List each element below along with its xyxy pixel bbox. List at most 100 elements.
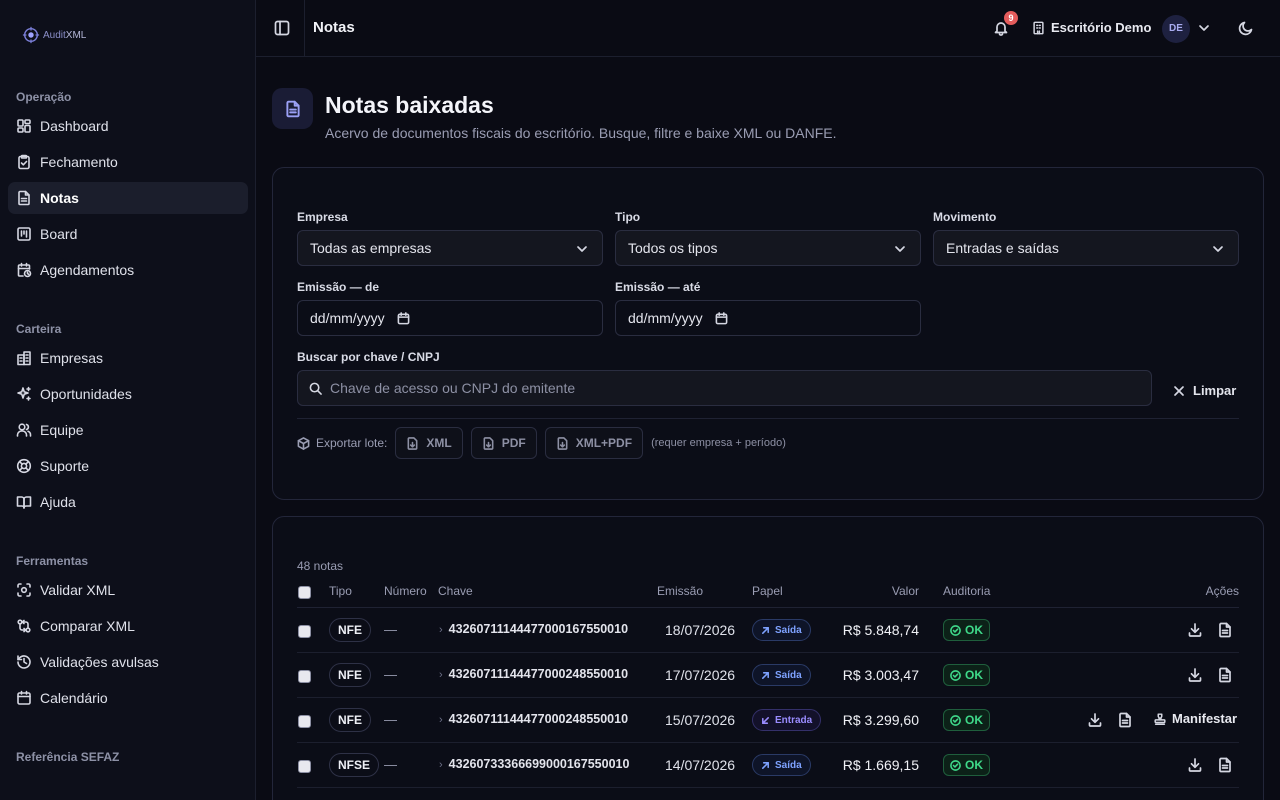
empresa-select[interactable]: Todas as empresas <box>297 230 603 266</box>
auditoria-label: OK <box>965 623 983 637</box>
danfe-document-icon[interactable] <box>1217 757 1233 773</box>
sidebar-item-dashboard[interactable]: Dashboard <box>8 110 248 142</box>
row-checkbox[interactable] <box>298 625 311 638</box>
table-row[interactable]: NFE — › 43260711144477000248550010 17/07/202… <box>297 653 1239 698</box>
table-row[interactable]: NFSE — › 43260733366699000167550010 14/07/20… <box>297 743 1239 788</box>
brand-logo[interactable]: AuditXML <box>22 25 86 45</box>
avatar[interactable]: DE <box>1162 15 1190 43</box>
export-xml-pdf-label: XML+PDF <box>575 436 633 450</box>
column-header-chave[interactable]: Chave <box>438 584 473 598</box>
sidebar-item-notas[interactable]: Notas <box>8 182 248 214</box>
row-checkbox[interactable] <box>298 670 311 683</box>
sidebar-item-agendamentos[interactable]: Agendamentos <box>8 254 248 286</box>
download-icon[interactable] <box>1187 667 1203 683</box>
sidebar-item-validar-xml[interactable]: Validar XML <box>8 574 248 606</box>
calendar-icon <box>17 690 31 705</box>
valor-cell: R$ 3.299,60 <box>842 712 919 728</box>
column-header-papel[interactable]: Papel <box>752 584 783 598</box>
danfe-document-icon[interactable] <box>1117 712 1133 728</box>
column-header-emissao[interactable]: Emissão <box>657 584 703 598</box>
emissao-de-label: Emissão — de <box>297 280 380 294</box>
papel-label: Saída <box>775 669 802 681</box>
column-header-valor[interactable]: Valor <box>892 584 919 598</box>
download-icon[interactable] <box>1187 757 1203 773</box>
sidebar-item-calendario[interactable]: Calendário <box>8 682 248 714</box>
sidebar-item-label: Calendário <box>40 690 108 706</box>
manifestar-button[interactable]: Manifestar <box>1153 711 1237 726</box>
sidebar-item-equipe[interactable]: Equipe <box>8 414 248 446</box>
tipo-select[interactable]: Todos os tipos <box>615 230 921 266</box>
page-title-icon-box <box>272 88 313 129</box>
sidebar-item-empresas[interactable]: Empresas <box>8 342 248 374</box>
history-icon <box>17 655 31 669</box>
chave-cell[interactable]: › 43260711144477000248550010 <box>439 712 641 726</box>
column-header-numero[interactable]: Número <box>384 584 427 598</box>
danfe-document-icon[interactable] <box>1217 622 1233 638</box>
danfe-document-icon[interactable] <box>1217 667 1233 683</box>
building-icon <box>17 351 31 366</box>
papel-badge: Saída <box>752 664 811 686</box>
sidebar-item-comparar-xml[interactable]: Comparar XML <box>8 610 248 642</box>
valor-cell: R$ 5.848,74 <box>842 622 919 638</box>
chave-value: 43260733366699000167550010 <box>448 757 630 771</box>
sidebar-toggle-icon[interactable] <box>274 20 290 36</box>
chevron-right-icon[interactable]: › <box>439 759 443 771</box>
table-row[interactable]: NFE — › 43260711144477000167550010 18/07/202… <box>297 608 1239 653</box>
export-label: Exportar lote: <box>297 436 387 450</box>
emissao-ate-input[interactable]: dd/mm/yyyy <box>615 300 921 336</box>
arrow-up-right-icon <box>762 626 769 634</box>
sidebar-item-suporte[interactable]: Suporte <box>8 450 248 482</box>
movimento-select[interactable]: Entradas e saídas <box>933 230 1239 266</box>
git-compare-icon <box>17 619 31 633</box>
chave-cell[interactable]: › 43260711144477000248550010 <box>439 667 641 681</box>
sidebar-item-label: Dashboard <box>40 118 109 134</box>
search-icon <box>309 382 322 395</box>
filters-divider <box>297 418 1239 419</box>
auditoria-label: OK <box>965 668 983 682</box>
export-pdf-button[interactable]: PDF <box>470 427 537 459</box>
select-all-checkbox[interactable] <box>298 586 311 599</box>
moon-icon[interactable] <box>1238 20 1254 36</box>
top-header: Notas 9 Escritório Demo DE <box>256 0 1280 57</box>
clear-filters-button[interactable]: Limpar <box>1173 383 1236 398</box>
papel-label: Saída <box>775 759 802 771</box>
column-header-acoes: Ações <box>1205 584 1239 598</box>
sidebar: AuditXML Operação Dashboard Fechamento Nota… <box>0 0 256 800</box>
sidebar-item-oportunidades[interactable]: Oportunidades <box>8 378 248 410</box>
search-input[interactable]: Chave de acesso ou CNPJ do emitente <box>297 370 1152 406</box>
scan-icon <box>17 583 31 597</box>
calendar-icon[interactable] <box>715 311 728 325</box>
sidebar-item-fechamento[interactable]: Fechamento <box>8 146 248 178</box>
check-circle-icon <box>950 714 961 726</box>
numero-cell: — <box>384 667 397 682</box>
notes-count: 48 notas <box>297 559 344 573</box>
office-switcher[interactable]: Escritório Demo <box>1032 20 1151 35</box>
sidebar-section: Operação Dashboard Fechamento Notas Board Age… <box>0 88 255 286</box>
sidebar-item-validacoes-avulsas[interactable]: Validações avulsas <box>8 646 248 678</box>
download-icon[interactable] <box>1187 622 1203 638</box>
calendar-icon[interactable] <box>397 311 410 325</box>
download-icon[interactable] <box>1087 712 1103 728</box>
column-header-auditoria[interactable]: Auditoria <box>943 584 990 598</box>
movimento-label: Movimento <box>933 210 997 224</box>
row-checkbox[interactable] <box>298 715 311 728</box>
export-xml-pdf-button[interactable]: XML+PDF <box>544 427 644 459</box>
sidebar-item-ajuda[interactable]: Ajuda <box>8 486 248 518</box>
notification-badge: 9 <box>1004 11 1018 25</box>
chave-cell[interactable]: › 43260711144477000167550010 <box>439 622 641 636</box>
export-xml-button[interactable]: XML <box>395 427 463 459</box>
row-checkbox[interactable] <box>298 760 311 773</box>
sidebar-item-board[interactable]: Board <box>8 218 248 250</box>
page-title: Notas baixadas <box>325 92 494 118</box>
table-row[interactable]: NFE — › 43260711144477000248550010 15/07/202… <box>297 698 1239 743</box>
column-header-tipo[interactable]: Tipo <box>329 584 352 598</box>
calendar-clock-icon <box>17 262 32 278</box>
emissao-de-input[interactable]: dd/mm/yyyy <box>297 300 603 336</box>
chave-cell[interactable]: › 43260733366699000167550010 <box>439 757 641 771</box>
chevron-right-icon[interactable]: › <box>439 669 443 681</box>
chevron-right-icon[interactable]: › <box>439 624 443 636</box>
clipboard-check-icon <box>18 154 30 170</box>
numero-cell: — <box>384 712 397 727</box>
chevron-right-icon[interactable]: › <box>439 714 443 726</box>
chevron-down-icon[interactable] <box>1198 22 1210 34</box>
